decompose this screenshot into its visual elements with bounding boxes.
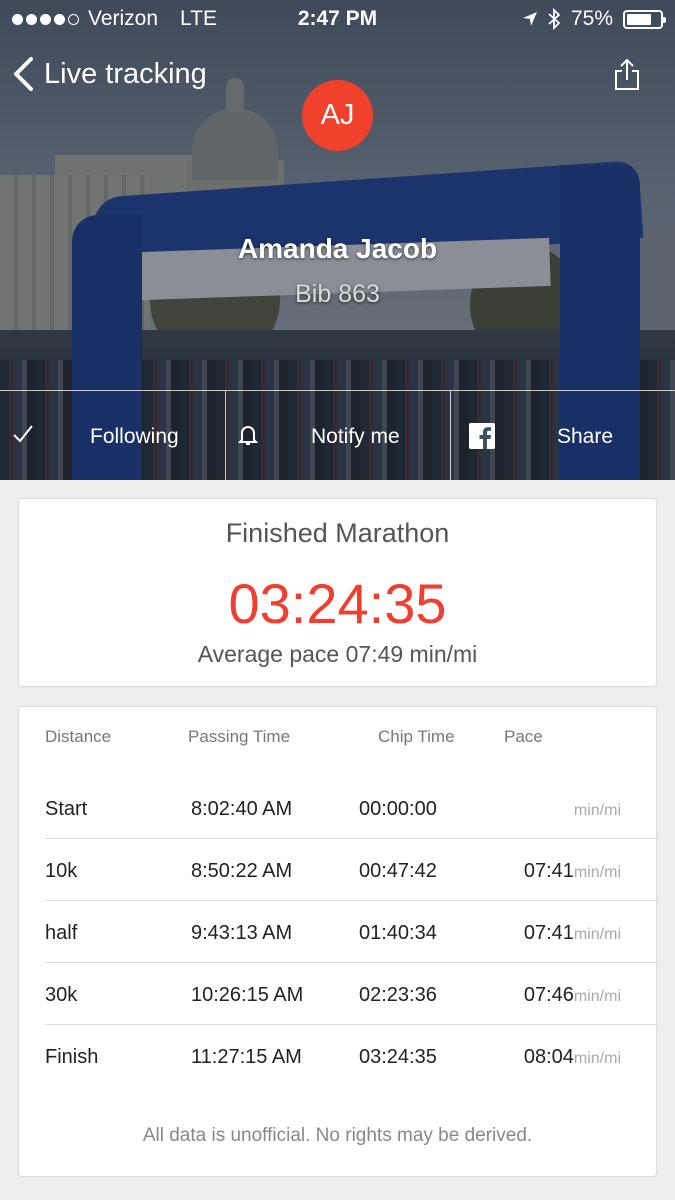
split-pace: 08:04 [523,1046,574,1068]
split-passing-time: 10:26:15 AM [191,984,304,1006]
table-row: half 9:43:13 AM 01:40:34 07:41min/mi [45,901,658,963]
hero-header: Verizon LTE 2:47 PM 75% Live tracking AJ… [0,0,675,480]
average-pace: Average pace 07:49 min/mi [197,641,478,667]
chevron-left-icon [14,57,33,91]
split-distance: 30k [45,984,78,1006]
table-row: Finish 11:27:15 AM 03:24:35 08:04min/mi [45,1025,658,1087]
bell-icon [238,426,258,445]
battery-icon [623,9,666,29]
share-icon [615,58,639,90]
status-bar: Verizon LTE 2:47 PM 75% [0,0,675,40]
disclaimer-text: All data is unofficial. No rights may be… [142,1125,533,1146]
table-row: Start 8:02:40 AM 00:00:00 min/mi [45,777,658,839]
split-chip-time: 02:23:36 [359,984,437,1006]
split-pace: 07:46 [523,984,574,1006]
facebook-icon [469,423,495,449]
split-pace-unit: min/mi [573,926,621,943]
split-chip-time: 01:40:34 [359,922,437,944]
finish-time: 03:24:35 [228,572,447,635]
action-bar: Following Notify me Share [0,390,675,480]
finish-title: Finished Marathon [225,518,450,548]
back-button[interactable]: Live tracking [12,56,207,92]
header-chip-time: Chip Time [378,727,455,746]
split-pace-unit: min/mi [573,1050,621,1067]
share-facebook-button[interactable]: Share [450,391,675,480]
split-distance: Start [45,798,88,820]
split-passing-time: 11:27:15 AM [191,1046,302,1068]
bluetooth-icon [548,8,561,30]
split-pace: 07:41 [523,860,574,882]
notify-me-button[interactable]: Notify me [225,391,450,480]
bib-number: Bib 863 [295,280,380,308]
splits-table: Distance Passing Time Chip Time Pace Sta… [18,706,658,1177]
split-passing-time: 9:43:13 AM [191,922,293,944]
back-label: Live tracking [44,57,207,90]
runner-avatar: AJ [302,80,373,151]
following-button[interactable]: Following [0,391,225,480]
split-passing-time: 8:02:40 AM [191,798,293,820]
battery-percentage: 75% [570,7,613,30]
split-pace: 07:41 [523,922,574,944]
split-chip-time: 00:47:42 [359,860,437,882]
following-label: Following [90,425,179,448]
split-distance: 10k [45,860,78,882]
notify-me-label: Notify me [311,425,400,448]
table-row: 10k 8:50:22 AM 00:47:42 07:41min/mi [45,839,658,901]
split-pace-unit: min/mi [573,802,621,819]
runner-name: Amanda Jacob [237,233,438,264]
table-row: 30k 10:26:15 AM 02:23:36 07:46min/mi [45,963,658,1025]
split-distance: Finish [45,1046,99,1068]
split-chip-time: 00:00:00 [359,798,437,820]
header-passing-time: Passing Time [188,727,291,746]
split-pace-unit: min/mi [573,988,621,1005]
split-pace-unit: min/mi [573,864,621,881]
share-label: Share [557,425,614,448]
finish-summary-card: Finished Marathon 03:24:35 Average pace … [18,498,657,687]
battery-level-fill [627,13,651,25]
header-distance: Distance [45,727,112,746]
split-chip-time: 03:24:35 [359,1046,437,1068]
avatar-initials: AJ [320,99,355,131]
location-arrow-icon [522,12,537,26]
share-button[interactable] [612,58,642,97]
split-distance: half [45,922,78,944]
header-pace: Pace [504,727,543,746]
split-passing-time: 8:50:22 AM [191,860,293,882]
checkmark-icon [13,425,33,443]
